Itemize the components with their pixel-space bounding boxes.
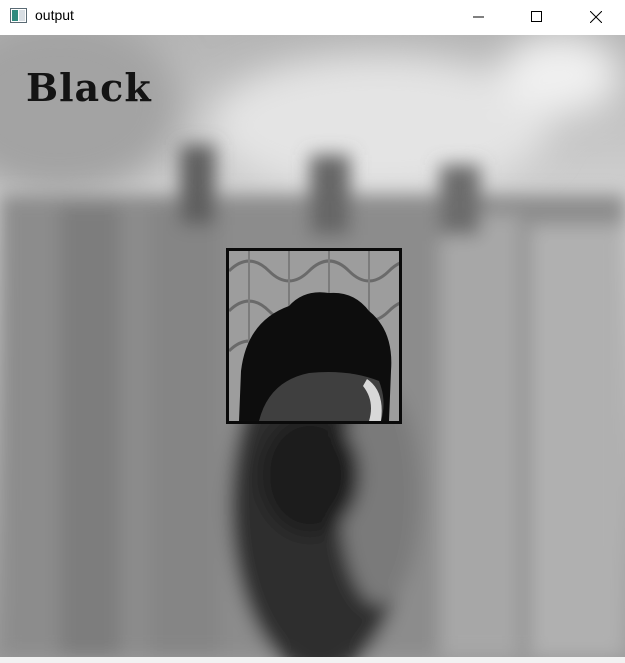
classification-label: Black [26,65,152,110]
bottom-strip [0,657,625,663]
maximize-icon [531,10,543,23]
minimize-icon [473,11,485,23]
face-detection-box [226,248,402,424]
video-frame: Black [0,35,625,657]
close-icon [589,10,602,23]
close-button[interactable] [566,0,625,33]
face-crop [229,251,399,421]
opencv-window-icon [10,8,27,23]
maximize-button[interactable] [508,0,566,33]
minimize-button[interactable] [450,0,508,33]
title-bar[interactable]: output [0,0,625,33]
window-title: output [35,7,74,23]
